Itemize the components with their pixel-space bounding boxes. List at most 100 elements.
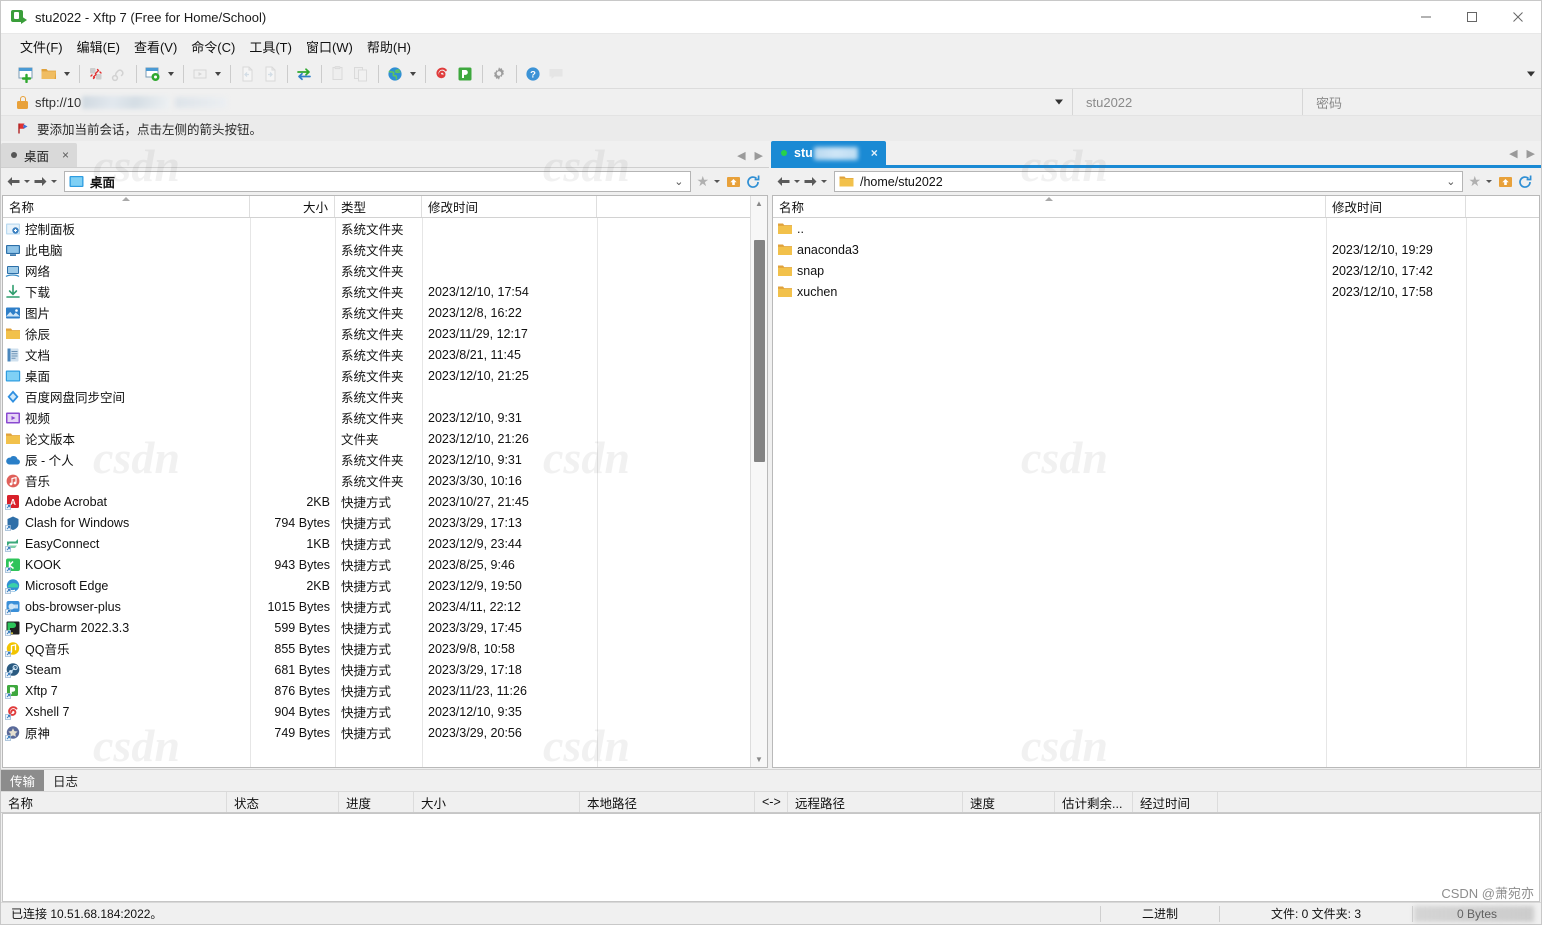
- remote-path-dropdown-icon[interactable]: ⌄: [1446, 175, 1458, 188]
- table-row[interactable]: 原神 749 Bytes 快捷方式 2023/3/29, 20:56: [3, 722, 750, 743]
- table-row[interactable]: 辰 - 个人 系统文件夹 2023/12/10, 9:31: [3, 449, 750, 470]
- copy-icon[interactable]: [327, 63, 349, 85]
- table-row[interactable]: Microsoft Edge 2KB 快捷方式 2023/12/9, 19:50: [3, 575, 750, 596]
- remote-bookmark-dropdown-icon[interactable]: [1484, 172, 1494, 192]
- xfer-col-remotepath[interactable]: 远程路径: [788, 792, 963, 812]
- remote-forward-dropdown-icon[interactable]: [819, 172, 829, 192]
- menu-command[interactable]: 命令(C): [184, 34, 242, 59]
- table-row[interactable]: obs-browser-plus 1015 Bytes 快捷方式 2023/4/11,…: [3, 596, 750, 617]
- local-bookmark-dropdown-icon[interactable]: [712, 172, 722, 192]
- local-path-dropdown-icon[interactable]: ⌄: [674, 175, 686, 188]
- table-row[interactable]: 下载 系统文件夹 2023/12/10, 17:54: [3, 281, 750, 302]
- table-row[interactable]: Steam 681 Bytes 快捷方式 2023/3/29, 17:18: [3, 659, 750, 680]
- xfer-col-speed[interactable]: 速度: [963, 792, 1055, 812]
- local-col-time[interactable]: 修改时间: [422, 196, 597, 217]
- table-row[interactable]: 桌面 系统文件夹 2023/12/10, 21:25: [3, 365, 750, 386]
- table-row[interactable]: 百度网盘同步空间 系统文件夹: [3, 386, 750, 407]
- open-folder-icon[interactable]: [38, 63, 60, 85]
- paste-icon[interactable]: [350, 63, 372, 85]
- disconnect-icon[interactable]: [85, 63, 107, 85]
- local-col-type[interactable]: 类型: [335, 196, 422, 217]
- tab-transfer[interactable]: 传输: [1, 770, 45, 791]
- remote-tab-stu[interactable]: stu ×: [771, 141, 886, 165]
- scroll-down-icon[interactable]: ▼: [751, 752, 767, 767]
- table-row[interactable]: 论文版本 文件夹 2023/12/10, 21:26: [3, 428, 750, 449]
- local-scrollbar-thumb[interactable]: [754, 240, 765, 462]
- local-path-input[interactable]: 桌面 ⌄: [64, 171, 692, 192]
- globe-icon[interactable]: [384, 63, 406, 85]
- remote-refresh-icon[interactable]: [1517, 174, 1533, 190]
- username-field[interactable]: stu2022: [1073, 89, 1303, 115]
- tab-next-icon[interactable]: ▶: [1527, 147, 1535, 160]
- table-row[interactable]: Xshell 7 904 Bytes 快捷方式 2023/12/10, 9:35: [3, 701, 750, 722]
- tab-log[interactable]: 日志: [44, 770, 87, 791]
- toolbar-overflow-icon[interactable]: [1527, 71, 1535, 76]
- table-row[interactable]: QQ音乐 855 Bytes 快捷方式 2023/9/8, 10:58: [3, 638, 750, 659]
- remote-tab-close-icon[interactable]: ×: [871, 146, 878, 160]
- table-row[interactable]: 徐辰 系统文件夹 2023/11/29, 12:17: [3, 323, 750, 344]
- table-row[interactable]: 文档 系统文件夹 2023/8/21, 11:45: [3, 344, 750, 365]
- remote-bookmark-icon[interactable]: ★: [1468, 173, 1481, 190]
- transfer-dropdown-icon[interactable]: [212, 63, 223, 85]
- table-row[interactable]: 音乐 系统文件夹 2023/3/30, 10:16: [3, 470, 750, 491]
- remote-home-icon[interactable]: [1497, 174, 1514, 189]
- properties-dropdown-icon[interactable]: [165, 63, 176, 85]
- globe-dropdown-icon[interactable]: [407, 63, 418, 85]
- xfer-col-progress[interactable]: 进度: [339, 792, 414, 812]
- table-row[interactable]: ..: [773, 218, 1539, 239]
- table-row[interactable]: Xftp 7 876 Bytes 快捷方式 2023/11/23, 11:26: [3, 680, 750, 701]
- local-back-dropdown-icon[interactable]: [22, 172, 32, 192]
- password-field[interactable]: 密码: [1303, 89, 1541, 115]
- table-row[interactable]: 视频 系统文件夹 2023/12/10, 9:31: [3, 407, 750, 428]
- new-session-icon[interactable]: [15, 63, 37, 85]
- session-url-dropdown-icon[interactable]: [1055, 99, 1063, 105]
- minimize-button[interactable]: [1403, 1, 1449, 34]
- remote-path-input[interactable]: /home/stu2022 ⌄: [834, 171, 1464, 192]
- table-row[interactable]: snap 2023/12/10, 17:42: [773, 260, 1539, 281]
- table-row[interactable]: Clash for Windows 794 Bytes 快捷方式 2023/3/29,…: [3, 512, 750, 533]
- scroll-up-icon[interactable]: ▲: [751, 196, 767, 211]
- tab-prev-icon[interactable]: ◀: [737, 149, 745, 162]
- transfer-left-icon[interactable]: [236, 63, 258, 85]
- properties-icon[interactable]: [142, 63, 164, 85]
- local-home-icon[interactable]: [725, 174, 742, 189]
- table-row[interactable]: 网络 系统文件夹: [3, 260, 750, 281]
- menu-help[interactable]: 帮助(H): [360, 34, 418, 59]
- local-back-icon[interactable]: [5, 172, 22, 192]
- menu-window[interactable]: 窗口(W): [299, 34, 360, 59]
- remote-back-icon[interactable]: [775, 172, 792, 192]
- menu-edit[interactable]: 编辑(E): [70, 34, 127, 59]
- feedback-icon[interactable]: [545, 63, 567, 85]
- local-scrollbar[interactable]: ▲ ▼: [750, 196, 767, 767]
- xfer-col-status[interactable]: 状态: [227, 792, 339, 812]
- xfer-col-elapsed[interactable]: 经过时间: [1133, 792, 1218, 812]
- xfer-col-localpath[interactable]: 本地路径: [580, 792, 755, 812]
- local-tab-close-icon[interactable]: ×: [62, 148, 69, 162]
- xfer-col-remaining[interactable]: 估计剩余...: [1055, 792, 1133, 812]
- local-refresh-icon[interactable]: [745, 174, 761, 190]
- gear-icon[interactable]: [488, 63, 510, 85]
- remote-back-dropdown-icon[interactable]: [792, 172, 802, 192]
- table-row[interactable]: 控制面板 系统文件夹: [3, 218, 750, 239]
- xfer-col-direction[interactable]: <->: [755, 792, 788, 812]
- xfer-col-name[interactable]: 名称: [1, 792, 227, 812]
- remote-forward-icon[interactable]: [802, 172, 819, 192]
- tab-prev-icon[interactable]: ◀: [1509, 147, 1517, 160]
- tab-next-icon[interactable]: ▶: [755, 149, 763, 162]
- local-col-size[interactable]: 大小: [250, 196, 335, 217]
- open-folder-dropdown-icon[interactable]: [61, 63, 72, 85]
- remote-col-name[interactable]: 名称: [773, 196, 1326, 217]
- menu-view[interactable]: 查看(V): [127, 34, 184, 59]
- table-row[interactable]: anaconda3 2023/12/10, 19:29: [773, 239, 1539, 260]
- table-row[interactable]: PyCharm 2022.3.3 599 Bytes 快捷方式 2023/3/29, …: [3, 617, 750, 638]
- table-row[interactable]: 图片 系统文件夹 2023/12/8, 16:22: [3, 302, 750, 323]
- remote-col-time[interactable]: 修改时间: [1326, 196, 1466, 217]
- local-col-name[interactable]: 名称: [3, 196, 250, 217]
- table-row[interactable]: A Adobe Acrobat 2KB 快捷方式 2023/10/27, 21:45: [3, 491, 750, 512]
- table-row[interactable]: 此电脑 系统文件夹: [3, 239, 750, 260]
- local-forward-dropdown-icon[interactable]: [49, 172, 59, 192]
- close-button[interactable]: [1495, 1, 1541, 34]
- help-icon[interactable]: ?: [522, 63, 544, 85]
- xftp-toolbar-icon[interactable]: [454, 63, 476, 85]
- start-transfer-icon[interactable]: [189, 63, 211, 85]
